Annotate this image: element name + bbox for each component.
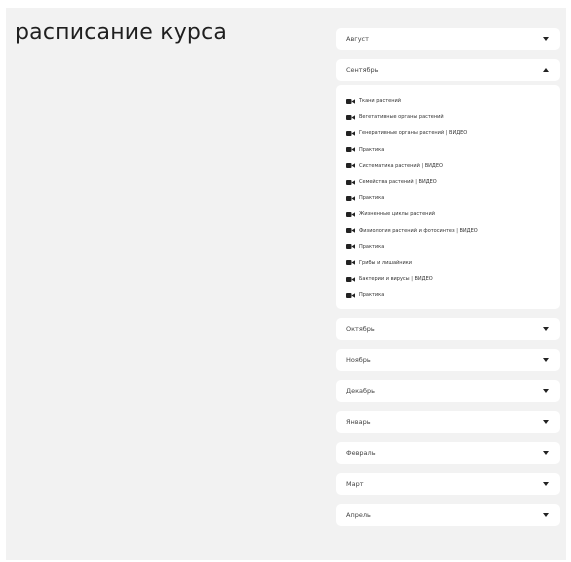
lesson-title: Систематика растений | ВИДЕО [359, 162, 443, 169]
month-december[interactable]: Декабрь [336, 380, 560, 403]
month-february[interactable]: Февраль [336, 442, 560, 465]
course-schedule-page: расписание курса Август Сентябрь Ткани р… [6, 8, 566, 560]
lesson-item[interactable]: Семейства растений | ВИДЕО [346, 174, 552, 190]
video-camera-icon [346, 179, 356, 185]
chevron-down-icon[interactable] [542, 35, 550, 43]
month-header-november[interactable]: Ноябрь [336, 349, 560, 371]
lesson-item[interactable]: Грибы и лишайники [346, 255, 552, 271]
month-label: Декабрь [346, 387, 375, 396]
chevron-down-icon[interactable] [542, 387, 550, 395]
lesson-title: Практика [359, 243, 385, 250]
month-label: Август [346, 35, 369, 43]
lesson-title: Практика [359, 146, 385, 153]
lesson-item[interactable]: Физиология растений и фотосинтез | ВИДЕО [346, 223, 552, 239]
month-header-january[interactable]: Январь [336, 411, 560, 433]
month-label: Январь [346, 418, 371, 427]
month-header-september[interactable]: Сентябрь [336, 59, 560, 81]
lesson-title: Бактерии и вирусы | ВИДЕО [359, 276, 433, 283]
lesson-item[interactable]: Вегетативные органы растений [346, 109, 552, 125]
video-camera-icon [346, 147, 356, 153]
video-camera-icon [346, 244, 356, 250]
september-lessons-list: Ткани растений Вегетативные органы расте… [336, 85, 560, 310]
month-march[interactable]: Март [336, 473, 560, 496]
month-september[interactable]: Сентябрь [336, 59, 560, 81]
lesson-title: Физиология растений и фотосинтез | ВИДЕО [359, 227, 478, 234]
month-label: Октябрь [346, 325, 375, 334]
chevron-up-icon[interactable] [542, 66, 550, 74]
chevron-down-icon[interactable] [542, 480, 550, 488]
lesson-title: Грибы и лишайники [359, 259, 413, 266]
lesson-item[interactable]: Практика [346, 239, 552, 255]
video-camera-icon [346, 98, 356, 104]
month-label: Сентябрь [346, 66, 379, 74]
video-camera-icon [346, 228, 356, 234]
month-header-august[interactable]: Август [336, 28, 560, 50]
lesson-item[interactable]: Ткани растений [346, 93, 552, 109]
lesson-item[interactable]: Жизненные циклы растений [346, 206, 552, 222]
lesson-item[interactable]: Систематика растений | ВИДЕО [346, 158, 552, 174]
chevron-down-icon[interactable] [542, 325, 550, 333]
month-header-march[interactable]: Март [336, 473, 560, 495]
lesson-title: Семейства растений | ВИДЕО [359, 179, 437, 186]
month-january[interactable]: Январь [336, 411, 560, 434]
chevron-down-icon[interactable] [542, 418, 550, 426]
month-header-february[interactable]: Февраль [336, 442, 560, 464]
month-header-october[interactable]: Октябрь [336, 318, 560, 340]
video-camera-icon [346, 195, 356, 201]
month-october[interactable]: Октябрь [336, 318, 560, 341]
video-camera-icon [346, 276, 356, 282]
lesson-title: Вегетативные органы растений [359, 114, 444, 121]
month-november[interactable]: Ноябрь [336, 349, 560, 372]
lesson-item[interactable]: Практика [346, 287, 552, 303]
lesson-item[interactable]: Практика [346, 190, 552, 206]
video-camera-icon [346, 211, 356, 217]
chevron-down-icon[interactable] [542, 449, 550, 457]
lesson-title: Практика [359, 195, 385, 202]
month-header-april[interactable]: Апрель [336, 504, 560, 526]
lesson-item[interactable]: Генеративные органы растений | ВИДЕО [346, 125, 552, 141]
video-camera-icon [346, 292, 356, 298]
video-camera-icon [346, 163, 356, 169]
month-header-december[interactable]: Декабрь [336, 380, 560, 402]
month-label: Март [346, 480, 364, 489]
chevron-down-icon[interactable] [542, 356, 550, 364]
video-camera-icon [346, 260, 356, 266]
lesson-title: Генеративные органы растений | ВИДЕО [359, 130, 468, 137]
month-august[interactable]: Август [336, 28, 560, 50]
chevron-down-icon[interactable] [542, 511, 550, 519]
video-camera-icon [346, 130, 356, 136]
lesson-title: Практика [359, 292, 385, 299]
lesson-title: Ткани растений [359, 98, 401, 105]
lesson-title: Жизненные циклы растений [359, 211, 435, 218]
month-label: Апрель [346, 511, 371, 520]
month-april[interactable]: Апрель [336, 504, 560, 527]
lesson-item[interactable]: Практика [346, 142, 552, 158]
video-camera-icon [346, 114, 356, 120]
months-accordion: Август Сентябрь Ткани растений Вегетатив… [336, 28, 560, 535]
month-label: Ноябрь [346, 356, 371, 365]
page-title: расписание курса [15, 20, 228, 45]
month-label: Февраль [346, 449, 376, 458]
lesson-item[interactable]: Бактерии и вирусы | ВИДЕО [346, 271, 552, 287]
